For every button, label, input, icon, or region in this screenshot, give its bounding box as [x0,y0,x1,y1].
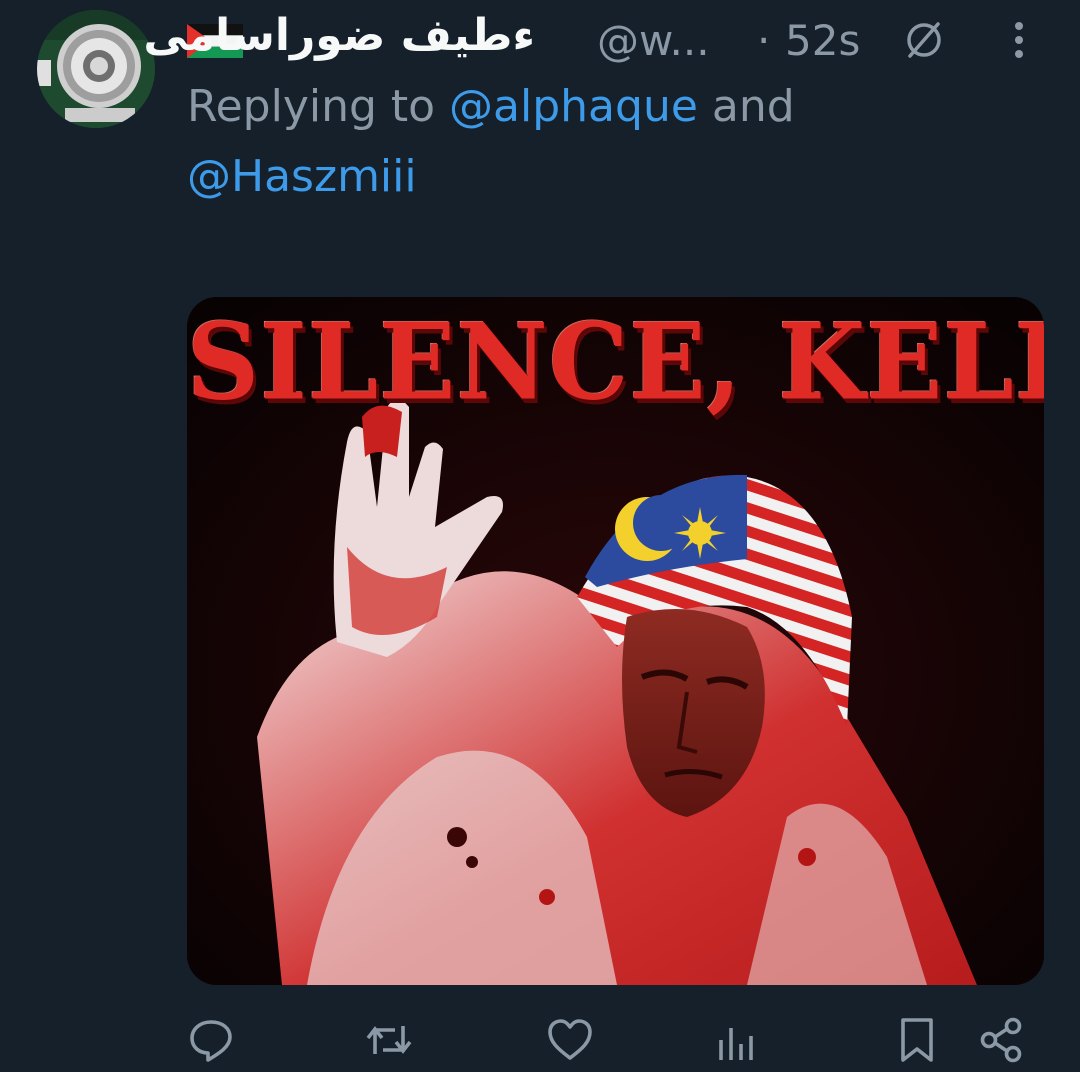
replying-to-joiner: and [697,81,795,132]
mention-link-2[interactable]: @Haszmiii [187,151,417,202]
views-icon [719,1028,753,1060]
views-button[interactable] [713,1016,761,1064]
media-caption-text: SILENCE, KELING [187,300,1044,424]
tweet-media-image[interactable]: SILENCE, KELING [187,297,1044,985]
retweet-icon [366,1026,412,1054]
circle-slash-icon [907,22,941,58]
more-options-icon[interactable] [997,18,1041,62]
action-bar [187,1016,1067,1066]
reply-button[interactable] [187,1016,235,1064]
replying-to-prefix: Replying to [187,81,450,132]
retweet-button[interactable] [365,1016,413,1064]
timestamp[interactable]: 52s [785,16,860,65]
share-icon [980,1017,1022,1063]
tweet-header: ءطيف ضوراسامى @w... · 52s [143,8,1067,66]
replying-to: Replying to @alphaque and @Haszmiii [187,72,1047,212]
display-name[interactable]: ءطيف ضوراسامى [143,10,535,61]
tweet: ءطيف ضوراسامى @w... · 52s Replying to @a… [0,0,1080,1072]
avatar[interactable] [37,10,155,128]
like-icon [548,1019,592,1060]
mention-link-1[interactable]: @alphaque [449,81,698,132]
separator-dot: · [757,16,771,65]
share-button[interactable] [977,1016,1025,1064]
bookmark-button[interactable] [893,1016,941,1064]
like-button[interactable] [546,1016,594,1064]
avatar-image [37,10,155,128]
reply-icon [190,1020,232,1062]
bookmark-icon [901,1018,933,1062]
user-handle[interactable]: @w... [597,16,710,65]
